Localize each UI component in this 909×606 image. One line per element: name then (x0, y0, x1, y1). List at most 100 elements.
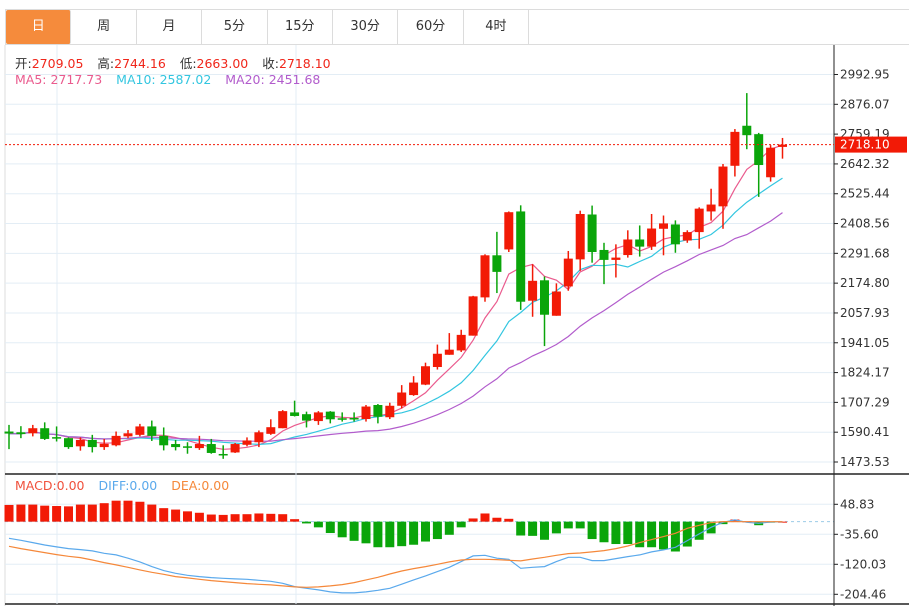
candle-body (754, 134, 764, 166)
tab-day[interactable]: 日 (6, 10, 72, 44)
candle (302, 411, 311, 428)
macd-histogram-bar (266, 513, 276, 522)
macd-histogram-bar (575, 521, 585, 529)
candle-body (706, 204, 716, 212)
macd-histogram-bar (206, 514, 216, 522)
candle-body (159, 435, 169, 446)
macd-histogram-bar (147, 504, 157, 522)
candle (421, 362, 430, 386)
candle (242, 437, 252, 447)
price-tick-label: 2525.44 (840, 187, 890, 201)
macd-histogram-bar (28, 504, 38, 522)
candle-body (623, 239, 633, 256)
candle (599, 242, 609, 285)
macd-histogram-bar (563, 521, 573, 529)
candle-body (456, 334, 466, 351)
macd-readout: MACD:0.00 DIFF:0.00 DEA:0.00 (15, 478, 229, 493)
macd-tick-label: -120.03 (840, 557, 886, 571)
open-label: 开: (15, 56, 32, 71)
candle-body (123, 433, 133, 437)
candle-body (4, 431, 14, 434)
candle (444, 333, 454, 355)
candle (587, 205, 597, 263)
candle-body (40, 428, 50, 439)
macd-histogram-bar (468, 518, 478, 522)
macd-histogram-bar (99, 503, 109, 522)
macd-histogram-bar (456, 521, 466, 528)
candle-body (135, 426, 145, 435)
macd-histogram-bar (492, 517, 502, 522)
macd-histogram-bar (218, 514, 228, 522)
candle-body (659, 223, 668, 229)
macd-histogram-bar (444, 521, 454, 535)
candle-body (266, 427, 276, 434)
macd-tick-label: -204.46 (840, 587, 886, 601)
candle-body (349, 418, 359, 420)
candle-body (278, 411, 288, 429)
candle-body (563, 258, 573, 287)
candle-body (468, 296, 478, 336)
macd-histogram-bar (52, 506, 62, 522)
macd-value: MACD:0.00 (15, 478, 85, 493)
price-tick-label: 2291.68 (840, 246, 890, 260)
candle (528, 264, 538, 317)
tab-15min[interactable]: 15分 (268, 10, 333, 44)
high-value: 2744.16 (114, 56, 166, 71)
candle (563, 250, 573, 291)
close-value: 2718.10 (278, 56, 331, 71)
price-tick-label: 1590.41 (840, 425, 890, 439)
moving-average-lines (8, 144, 783, 450)
candle-body (718, 166, 728, 207)
candle (766, 145, 776, 182)
candle (540, 276, 549, 347)
candle-body (540, 280, 549, 315)
macd-histogram-bar (611, 521, 621, 545)
macd-histogram-bar (409, 521, 419, 545)
macd-histogram-bar (504, 518, 514, 522)
macd-histogram-bar (325, 521, 335, 534)
price-tick-label: 1707.29 (840, 395, 890, 409)
macd-histogram-bar (123, 500, 133, 522)
price-tick-label: 2174.80 (840, 276, 890, 290)
macd-panel (4, 500, 834, 594)
candle-body (325, 411, 335, 420)
macd-histogram-bar (302, 521, 311, 524)
candle-body (635, 239, 645, 247)
macd-histogram-bar (587, 521, 597, 540)
candle-body (218, 453, 228, 456)
candle (480, 254, 490, 302)
candle-body (337, 418, 347, 420)
tab-4hour[interactable]: 4时 (464, 10, 530, 44)
candle-body (670, 224, 680, 245)
candle-body (587, 214, 597, 252)
candle (290, 400, 300, 417)
macd-histogram-bar (528, 521, 538, 536)
candle-body (480, 255, 490, 298)
candle-body (397, 392, 407, 406)
kline-chart[interactable]: 2992.952876.072759.192642.322525.442408.… (0, 0, 909, 606)
candle (278, 410, 288, 429)
candle (4, 424, 14, 450)
candle (647, 213, 657, 250)
candle (575, 210, 585, 271)
macd-histogram-bar (385, 521, 395, 548)
candle-body (230, 444, 240, 453)
candle-body (302, 414, 311, 421)
tab-30min[interactable]: 30分 (333, 10, 399, 44)
candle (397, 385, 407, 409)
candle (456, 329, 466, 352)
candle-body (16, 432, 26, 435)
candle-body (373, 405, 383, 417)
tab-week[interactable]: 周 (71, 10, 137, 44)
ma5-value: MA5: 2717.73 (15, 72, 103, 87)
macd-histogram-bar (135, 501, 145, 522)
ma-readout: MA5: 2717.73 MA10: 2587.02 MA20: 2451.68 (15, 72, 320, 87)
last-price-label: 2718.10 (840, 138, 890, 152)
tab-month[interactable]: 月 (137, 10, 203, 44)
tab-60min[interactable]: 60分 (398, 10, 464, 44)
macd-tick-label: -35.60 (840, 527, 879, 541)
tab-5min[interactable]: 5分 (202, 10, 268, 44)
candle-body (183, 446, 192, 448)
macd-histogram-bar (16, 504, 26, 522)
candle (432, 344, 442, 370)
